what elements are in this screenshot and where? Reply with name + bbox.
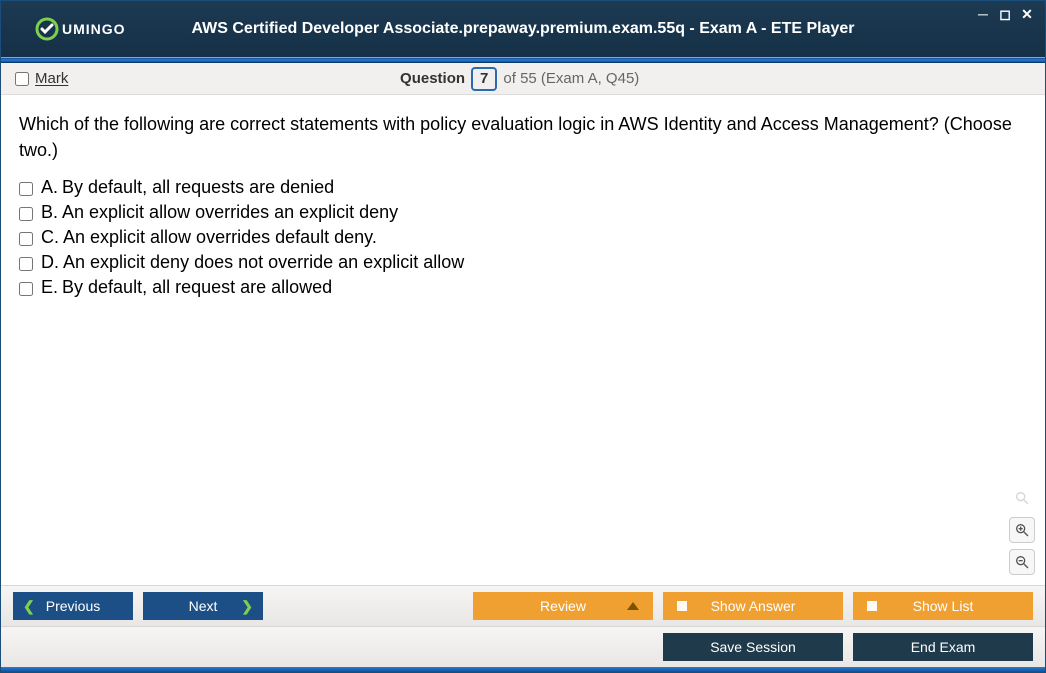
app-logo: UMINGO	[35, 17, 126, 41]
answer-checkbox[interactable]	[19, 182, 33, 196]
answer-letter: D.	[41, 252, 59, 273]
window-controls: ─ ◻ ✕	[975, 7, 1035, 21]
minimize-button[interactable]: ─	[975, 7, 991, 21]
answer-checkbox[interactable]	[19, 232, 33, 246]
answer-letter: C.	[41, 227, 59, 248]
answer-option[interactable]: C.An explicit allow overrides default de…	[19, 227, 1027, 248]
button-label: Next	[189, 598, 218, 614]
answer-option[interactable]: D.An explicit deny does not override an …	[19, 252, 1027, 273]
answer-letter: E.	[41, 277, 58, 298]
answer-label: By default, all requests are denied	[62, 177, 334, 198]
answer-label: An explicit allow overrides default deny…	[63, 227, 377, 248]
question-context: of 55 (Exam A, Q45)	[503, 70, 639, 87]
zoom-in-icon	[1014, 522, 1030, 538]
close-button[interactable]: ✕	[1019, 7, 1035, 21]
arrow-right-icon: ❯	[241, 598, 253, 615]
answer-option[interactable]: E.By default, all request are allowed	[19, 277, 1027, 298]
app-window: UMINGO AWS Certified Developer Associate…	[0, 0, 1046, 673]
button-label: End Exam	[911, 639, 976, 655]
answer-checkbox[interactable]	[19, 207, 33, 221]
question-number: 7	[471, 67, 497, 91]
answer-list: A.By default, all requests are denied B.…	[19, 177, 1027, 298]
answer-letter: A.	[41, 177, 58, 198]
button-label: Previous	[46, 598, 100, 614]
primary-toolbar: ❮ Previous Next ❯ Review Show Answer Sho…	[1, 585, 1045, 626]
show-list-button[interactable]: Show List	[853, 592, 1033, 620]
button-label: Review	[540, 598, 586, 614]
answer-letter: B.	[41, 202, 58, 223]
answer-option[interactable]: A.By default, all requests are denied	[19, 177, 1027, 198]
check-circle-icon	[35, 17, 59, 41]
zoom-out-button[interactable]	[1009, 549, 1035, 575]
answer-option[interactable]: B.An explicit allow overrides an explici…	[19, 202, 1027, 223]
question-content: Which of the following are correct state…	[1, 95, 1045, 585]
secondary-toolbar: Save Session End Exam	[1, 626, 1045, 667]
zoom-search-button[interactable]	[1009, 485, 1035, 511]
question-info-bar: Mark Question 7 of 55 (Exam A, Q45)	[1, 63, 1045, 95]
save-session-button[interactable]: Save Session	[663, 633, 843, 661]
square-icon	[867, 601, 877, 611]
title-bar: UMINGO AWS Certified Developer Associate…	[1, 1, 1045, 57]
magnifier-icon	[1014, 490, 1030, 506]
answer-label: An explicit deny does not override an ex…	[63, 252, 464, 273]
bottom-border	[1, 667, 1045, 672]
zoom-out-icon	[1014, 554, 1030, 570]
arrow-left-icon: ❮	[23, 598, 35, 615]
show-answer-button[interactable]: Show Answer	[663, 592, 843, 620]
triangle-up-icon	[627, 602, 639, 610]
end-exam-button[interactable]: End Exam	[853, 633, 1033, 661]
button-label: Show Answer	[711, 598, 796, 614]
zoom-controls	[1009, 485, 1035, 575]
mark-control[interactable]: Mark	[15, 70, 68, 87]
answer-checkbox[interactable]	[19, 282, 33, 296]
window-title: AWS Certified Developer Associate.prepaw…	[1, 20, 1045, 38]
question-counter: Question 7 of 55 (Exam A, Q45)	[68, 67, 971, 91]
zoom-in-button[interactable]	[1009, 517, 1035, 543]
question-word: Question	[400, 70, 465, 87]
logo-text: UMINGO	[62, 21, 126, 37]
review-button[interactable]: Review	[473, 592, 653, 620]
button-label: Save Session	[710, 639, 796, 655]
answer-label: By default, all request are allowed	[62, 277, 332, 298]
question-text: Which of the following are correct state…	[19, 111, 1027, 163]
previous-button[interactable]: ❮ Previous	[13, 592, 133, 620]
answer-label: An explicit allow overrides an explicit …	[62, 202, 398, 223]
next-button[interactable]: Next ❯	[143, 592, 263, 620]
button-label: Show List	[913, 598, 974, 614]
mark-checkbox[interactable]	[15, 72, 29, 86]
mark-label[interactable]: Mark	[35, 70, 68, 87]
square-icon	[677, 601, 687, 611]
answer-checkbox[interactable]	[19, 257, 33, 271]
maximize-button[interactable]: ◻	[997, 7, 1013, 21]
